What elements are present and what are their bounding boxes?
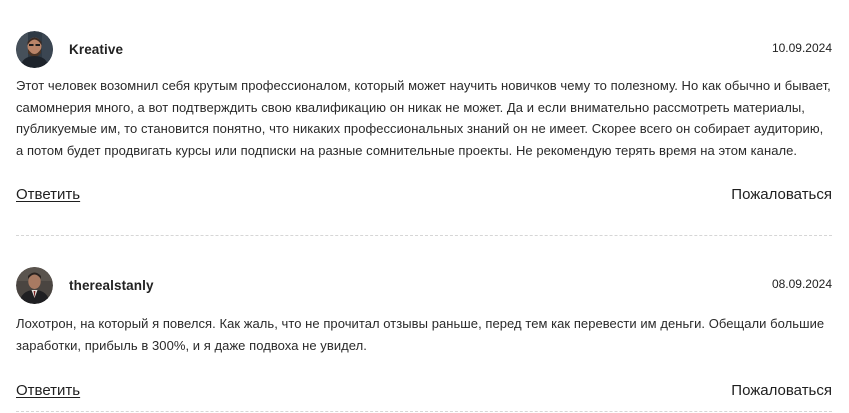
- user-photo-icon: [16, 30, 53, 68]
- comment-header: therealstanly 08.09.2024: [16, 266, 832, 304]
- comment: Kreative 10.09.2024 Этот человек возомни…: [16, 30, 832, 208]
- comment: therealstanly 08.09.2024 Лохотрон, на ко…: [16, 266, 832, 404]
- report-link[interactable]: Пожаловаться: [731, 382, 832, 399]
- reply-link[interactable]: Ответить: [16, 186, 80, 203]
- comment-divider: [16, 411, 832, 412]
- comment-text: Этот человек возомнил себя крутым профес…: [16, 78, 831, 158]
- avatar[interactable]: [16, 266, 53, 304]
- comment-date: 10.09.2024: [771, 41, 832, 55]
- comment-text: Лохотрон, на который я повелся. Как жаль…: [16, 316, 825, 353]
- avatar[interactable]: [16, 30, 53, 68]
- user-photo-icon: [16, 266, 53, 304]
- comment-actions: Ответить Пожаловаться: [16, 382, 832, 404]
- comment-author: therealstanly: [69, 277, 154, 293]
- comment-actions: Ответить Пожаловаться: [16, 186, 832, 208]
- comment-author: Kreative: [69, 41, 124, 57]
- reply-link[interactable]: Ответить: [16, 382, 80, 399]
- comment-header: Kreative 10.09.2024: [16, 30, 832, 68]
- comment-date: 08.09.2024: [771, 277, 832, 291]
- report-link[interactable]: Пожаловаться: [731, 186, 832, 203]
- comment-divider: [16, 235, 832, 236]
